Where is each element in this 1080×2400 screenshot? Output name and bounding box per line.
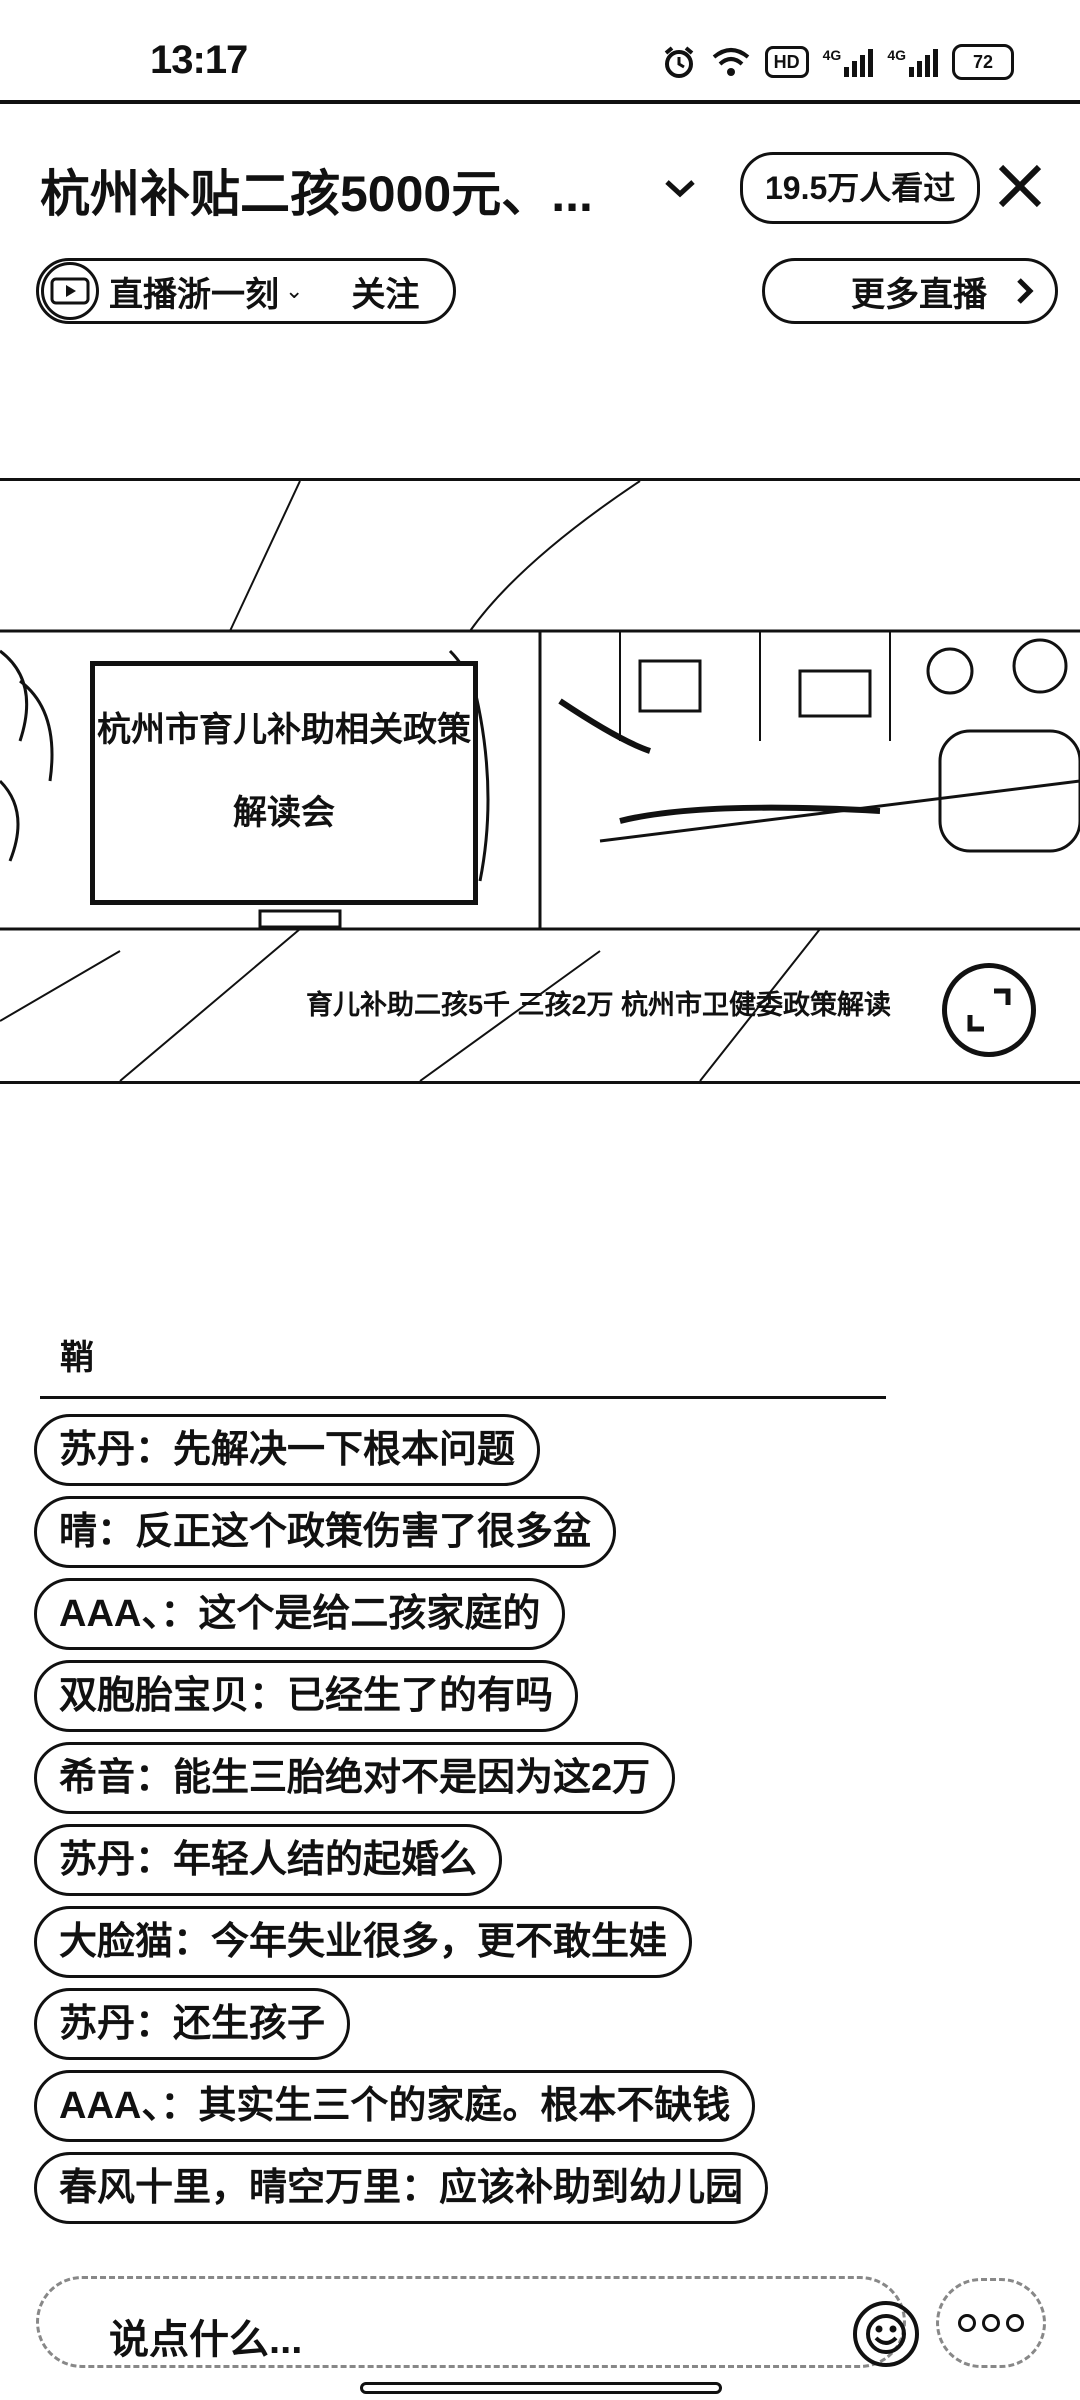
chat-username[interactable]: AAA、 [59, 2085, 160, 2127]
live-title[interactable]: 杭州补贴二孩5000元、... [40, 154, 593, 226]
more-live-button[interactable]: 更多直播 [762, 258, 1058, 324]
chat-text: 应该补助到幼儿园 [439, 2167, 744, 2209]
hd-voice-icon: HD [764, 46, 809, 78]
chat-username[interactable]: 春风十里，晴空万里 [59, 2167, 401, 2209]
more-options-button[interactable] [936, 2278, 1046, 2368]
chat-message[interactable]: 晴：反正这个政策伤害了很多盆 [34, 1496, 617, 1568]
comment-placeholder: 说点什么... [109, 2318, 303, 2362]
status-time: 13:17 [150, 38, 248, 82]
dot-icon [982, 2314, 1000, 2332]
more-live-label: 更多直播 [851, 275, 987, 314]
chevron-down-icon[interactable]: ⌄ [285, 278, 303, 304]
chat-username[interactable]: 苏丹 [59, 2003, 135, 2045]
chat-message-list: 苏丹：先解决一下根本问题 晴：反正这个政策伤害了很多盆 AAA、：这个是给二孩家庭的… [34, 1414, 1074, 2224]
comment-bar: 说点什么... [0, 2270, 1080, 2370]
close-button[interactable] [990, 156, 1050, 216]
chat-fade-divider [40, 1396, 886, 1399]
channel-name[interactable]: 直播浙一刻 [109, 267, 279, 316]
chat-text: 年轻人结的起婚么 [173, 1839, 478, 1881]
follow-button[interactable]: 关注 [351, 267, 419, 316]
chat-text: 先解决一下根本问题 [173, 1429, 516, 1471]
channel-avatar[interactable] [41, 262, 99, 320]
signal-1-label: 4G [822, 47, 842, 63]
chat-separator: ： [97, 1511, 136, 1553]
close-icon [998, 164, 1042, 208]
chat-text: 还生孩子 [173, 2003, 326, 2045]
signal-2-label: 4G [887, 47, 906, 63]
channel-row: 直播浙一刻 ⌄ 关注 更多直播 [0, 258, 1080, 328]
chat-username[interactable]: 苏丹 [59, 1839, 135, 1881]
comment-input[interactable]: 说点什么... [36, 2276, 919, 2368]
chat-message[interactable]: 春风十里，晴空万里：应该补助到幼儿园 [34, 2152, 769, 2224]
title-expand-button[interactable] [660, 168, 700, 208]
chat-message[interactable]: 双胞胎宝贝：已经生了的有吗 [34, 1660, 579, 1732]
chat-username[interactable]: AAA、 [59, 1593, 160, 1635]
chat-separator: ： [135, 2003, 174, 2045]
chat-message[interactable]: 希音：能生三胎绝对不是因为这2万 [34, 1742, 676, 1814]
chat-username[interactable]: 晴 [59, 1511, 97, 1553]
dot-icon [1006, 2314, 1024, 2332]
status-icons: HD 4G 4G 72 [661, 42, 1014, 82]
chat-separator: ： [249, 1675, 288, 1717]
banner-line-1: 杭州市育儿补助相关政策 [97, 711, 471, 749]
chat-separator: ： [135, 1429, 174, 1471]
chat-message[interactable]: 苏丹：还生孩子 [34, 1988, 351, 2060]
chevron-right-icon [1017, 278, 1034, 304]
battery-icon: 72 [952, 44, 1014, 80]
chat-message[interactable]: 苏丹：先解决一下根本问题 [34, 1414, 541, 1486]
chat-username[interactable]: 大脸猫 [59, 1921, 173, 1963]
chat-text: 其实生三个的家庭。根本不缺钱 [198, 2085, 731, 2127]
chat-separator: ： [160, 1593, 199, 1635]
chat-message[interactable]: 大脸猫：今年失业很多，更不敢生娃 [34, 1906, 693, 1978]
chat-separator: ： [401, 2167, 440, 2209]
chat-separator: ： [135, 1757, 174, 1799]
fullscreen-button[interactable] [942, 963, 1036, 1057]
chat-text: 今年失业很多，更不敢生娃 [211, 1921, 668, 1963]
signal-icon-1: 4G [823, 47, 874, 77]
channel-logo-icon [50, 277, 90, 305]
live-header: 杭州补贴二孩5000元、... 19.5万人看过 [0, 140, 1080, 230]
wifi-icon [712, 48, 749, 76]
status-bar: 13:17 HD 4G 4G 72 [0, 0, 1080, 100]
video-caption: 育儿补助二孩5千 三孩2万 杭州市卫健委政策解读 [306, 990, 892, 1020]
signal-icon-2: 4G [887, 47, 938, 77]
emoji-button[interactable] [853, 2301, 919, 2367]
event-banner: 杭州市育儿补助相关政策 解读会 [90, 661, 478, 905]
chevron-down-icon [665, 180, 695, 198]
home-indicator[interactable] [360, 2382, 722, 2394]
chat-text: 反正这个政策伤害了很多盆 [135, 1511, 592, 1553]
chat-username[interactable]: 苏丹 [59, 1429, 135, 1471]
alarm-icon [664, 46, 693, 78]
dot-icon [958, 2314, 976, 2332]
chat-text: 能生三胎绝对不是因为这2万 [173, 1757, 651, 1799]
fullscreen-icon [967, 988, 1011, 1032]
video-player[interactable]: 杭州市育儿补助相关政策 解读会 育儿补助二孩5千 三孩2万 杭州市卫健委政策解读 [0, 478, 1080, 1084]
chat-text: 已经生了的有吗 [287, 1675, 554, 1717]
chat-message[interactable]: AAA、：其实生三个的家庭。根本不缺钱 [34, 2070, 756, 2142]
chat-separator: ： [135, 1839, 174, 1881]
chat-text: 这个是给二孩家庭的 [198, 1593, 541, 1635]
channel-pill[interactable]: 直播浙一刻 ⌄ 关注 [36, 258, 456, 324]
chat-message[interactable]: 苏丹：年轻人结的起婚么 [34, 1824, 503, 1896]
chat-message-partial: 鞘 [60, 1339, 94, 1377]
view-count-badge[interactable]: 19.5万人看过 [740, 152, 981, 224]
top-divider [0, 100, 1080, 104]
chat-message[interactable]: AAA、：这个是给二孩家庭的 [34, 1578, 566, 1650]
chat-username[interactable]: 希音 [59, 1757, 135, 1799]
banner-line-2: 解读会 [233, 794, 335, 832]
chat-separator: ： [160, 2085, 199, 2127]
emoji-icon [866, 2314, 906, 2354]
chat-separator: ： [173, 1921, 212, 1963]
chat-username[interactable]: 双胞胎宝贝 [59, 1675, 249, 1717]
